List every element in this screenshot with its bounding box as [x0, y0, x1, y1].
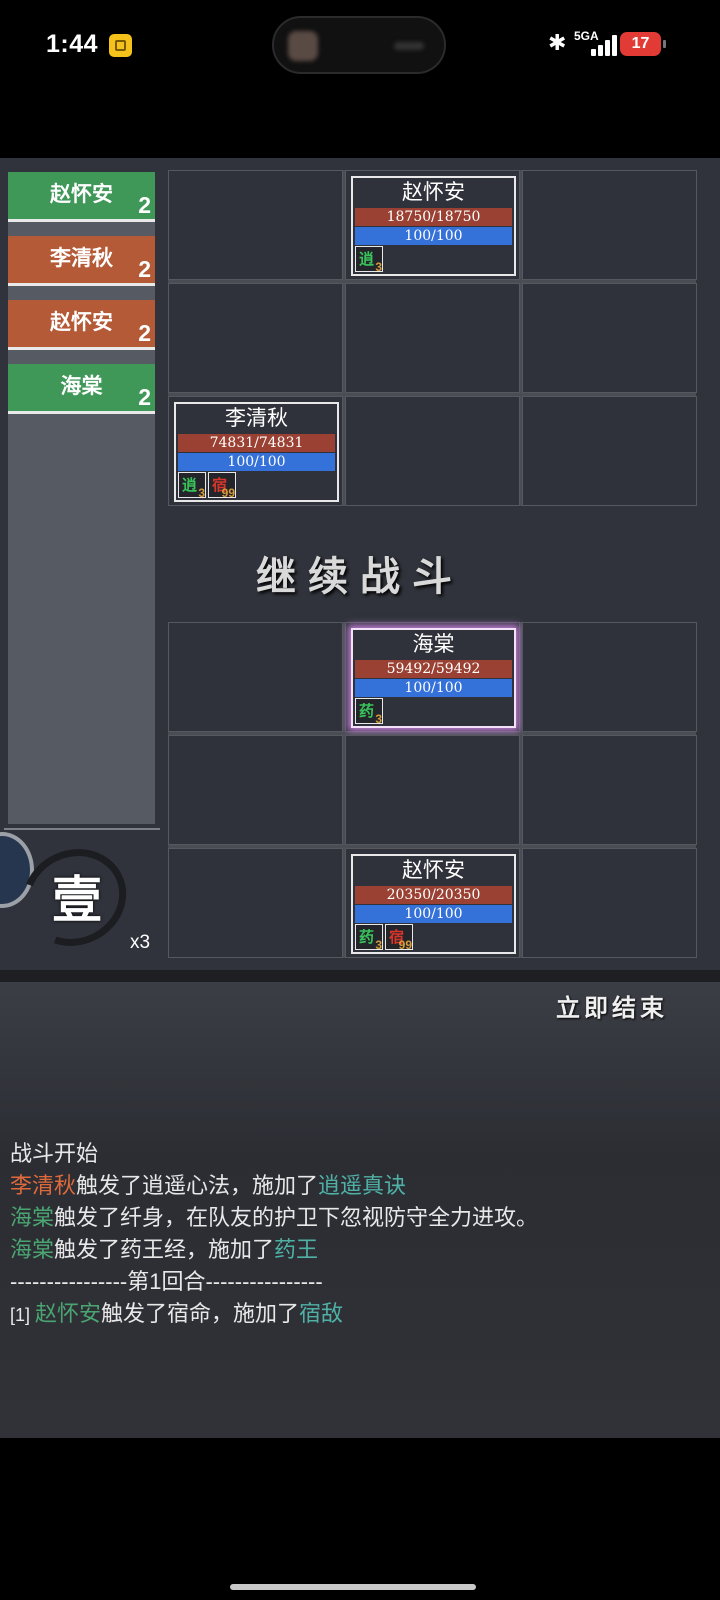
- buff-list: 药 3 宿 99: [355, 924, 413, 952]
- grid-cell[interactable]: [522, 170, 697, 280]
- end-now-button[interactable]: 立即结束: [556, 988, 668, 1023]
- buff-icon[interactable]: 逍 3: [355, 246, 383, 274]
- turn-order-count: 2: [138, 192, 151, 218]
- bluetooth-icon: ✱: [548, 30, 567, 55]
- mp-bar: 100/100: [355, 679, 512, 697]
- ally-unit-card-selected[interactable]: 海棠 59492/59492 100/100 药 3: [351, 628, 516, 728]
- turn-order-item[interactable]: 海棠 2: [8, 364, 155, 414]
- enemy-unit-card[interactable]: 赵怀安 18750/18750 100/100 逍 3: [351, 176, 516, 276]
- unit-name: 李清秋: [225, 407, 288, 430]
- mp-bar: 100/100: [355, 905, 512, 923]
- unit-name: 赵怀安: [402, 181, 465, 204]
- buff-list: 逍 3 宿 99: [178, 472, 236, 500]
- turn-order-count: 2: [138, 320, 151, 346]
- ally-grid: 海棠 59492/59492 100/100 药 3 赵怀安 20350/203…: [168, 622, 697, 958]
- unit-name: 赵怀安: [402, 859, 465, 882]
- turn-order-name: 海棠: [60, 375, 103, 398]
- grid-cell[interactable]: [168, 848, 343, 958]
- round-number: 壹: [52, 870, 102, 929]
- buff-list: 逍 3: [355, 246, 383, 274]
- battery-icon: 17: [620, 32, 666, 56]
- grid-cell[interactable]: [168, 170, 343, 280]
- grid-cell[interactable]: [168, 622, 343, 732]
- turn-order-count: 2: [138, 384, 151, 410]
- grid-cell[interactable]: [522, 735, 697, 845]
- mp-bar: 100/100: [355, 227, 512, 245]
- turn-order-name: 赵怀安: [50, 311, 113, 334]
- hp-bar: 18750/18750: [355, 208, 512, 226]
- grid-cell[interactable]: [522, 622, 697, 732]
- turn-order-item[interactable]: 赵怀安 2: [8, 300, 155, 350]
- round-indicator: 壹: [6, 832, 143, 963]
- turn-order-item[interactable]: 赵怀安 2: [8, 172, 155, 222]
- grid-cell[interactable]: 海棠 59492/59492 100/100 药 3: [345, 622, 520, 732]
- speed-toggle[interactable]: x3: [130, 932, 150, 954]
- dynamic-island: [272, 16, 446, 74]
- unit-name: 海棠: [412, 633, 455, 656]
- clock: 1:44: [46, 30, 99, 58]
- hp-bar: 20350/20350: [355, 886, 512, 904]
- grid-cell[interactable]: 赵怀安 20350/20350 100/100 药 3 宿 99: [345, 848, 520, 958]
- buff-icon[interactable]: 药 3: [355, 924, 383, 952]
- turn-order-item[interactable]: 李清秋 2: [8, 236, 155, 286]
- divider: [4, 828, 160, 830]
- hp-bar: 74831/74831: [178, 434, 335, 452]
- home-indicator[interactable]: [230, 1584, 476, 1590]
- signal-bars-icon: [591, 34, 621, 56]
- enemy-grid: 赵怀安 18750/18750 100/100 逍 3 李清秋 74831/74…: [168, 170, 697, 506]
- turn-order-name: 赵怀安: [50, 183, 113, 206]
- buff-list: 药 3: [355, 698, 383, 726]
- grid-cell[interactable]: 赵怀安 18750/18750 100/100 逍 3: [345, 170, 520, 280]
- turn-order-name: 李清秋: [50, 247, 113, 270]
- grid-cell[interactable]: [345, 283, 520, 393]
- hp-bar: 59492/59492: [355, 660, 512, 678]
- grid-cell[interactable]: [345, 735, 520, 845]
- grid-cell[interactable]: [522, 283, 697, 393]
- enemy-unit-card[interactable]: 李清秋 74831/74831 100/100 逍 3 宿 99: [174, 402, 339, 502]
- turn-order-count: 2: [138, 256, 151, 282]
- log-line: 海棠触发了纤身，在队友的护卫下忽视防守全力进攻。: [10, 1205, 539, 1230]
- log-line: 海棠触发了药王经，施加了药王: [10, 1237, 319, 1262]
- buff-icon[interactable]: 宿 99: [208, 472, 236, 500]
- grid-cell[interactable]: [168, 735, 343, 845]
- grid-cell[interactable]: 李清秋 74831/74831 100/100 逍 3 宿 99: [168, 396, 343, 506]
- grid-cell[interactable]: [168, 283, 343, 393]
- log-round-divider: ----------------第1回合----------------: [10, 1269, 323, 1294]
- mp-bar: 100/100: [178, 453, 335, 471]
- buff-icon[interactable]: 逍 3: [178, 472, 206, 500]
- grid-cell[interactable]: [522, 848, 697, 958]
- ally-unit-card[interactable]: 赵怀安 20350/20350 100/100 药 3 宿 99: [351, 854, 516, 954]
- grid-cell[interactable]: [522, 396, 697, 506]
- log-line: 李清秋触发了逍遥心法，施加了逍遥真诀: [10, 1173, 407, 1198]
- battle-screen: 赵怀安 2 李清秋 2 赵怀安 2 海棠 2 壹 x3 赵怀安 18750/18…: [0, 158, 720, 1438]
- buff-icon[interactable]: 宿 99: [385, 924, 413, 952]
- battle-log[interactable]: 战斗开始 李清秋触发了逍遥心法，施加了逍遥真诀 海棠触发了纤身，在队友的护卫下忽…: [10, 1138, 710, 1331]
- turn-order-panel: 赵怀安 2 李清秋 2 赵怀安 2 海棠 2: [8, 172, 155, 824]
- buff-icon[interactable]: 药 3: [355, 698, 383, 726]
- log-line: 战斗开始: [10, 1141, 99, 1166]
- status-bar: 1:44 ✱ 5GA 17: [0, 0, 720, 90]
- log-line: [1] 赵怀安触发了宿命，施加了宿敌: [10, 1301, 344, 1326]
- notification-icon: [109, 34, 132, 57]
- grid-cell[interactable]: [345, 396, 520, 506]
- continue-battle-button[interactable]: 继续战斗: [0, 544, 720, 602]
